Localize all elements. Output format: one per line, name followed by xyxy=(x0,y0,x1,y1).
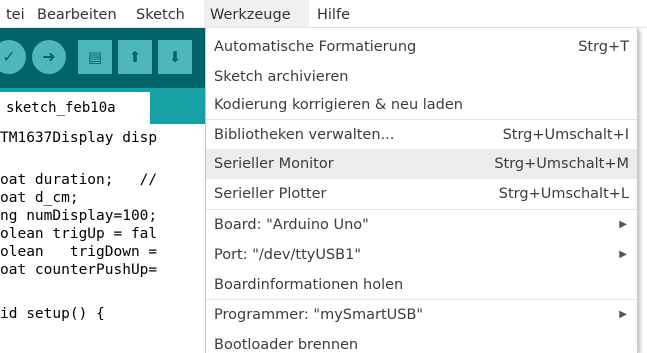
menu-item-serial-monitor[interactable]: Serieller Monitor Strg+Umschalt+M xyxy=(206,149,637,179)
tab-sketch[interactable]: sketch_feb10a xyxy=(0,92,150,124)
upload-button[interactable]: ➜ xyxy=(32,40,66,74)
menu-item-port[interactable]: Port: "/dev/ttyUSB1" ▶ xyxy=(206,240,637,270)
submenu-arrow-icon: ▶ xyxy=(619,249,627,260)
code-line: oat duration; // xyxy=(0,172,158,188)
menu-item-shortcut: Strg+Umschalt+M xyxy=(494,156,629,172)
menu-item-label: Bibliotheken verwalten... xyxy=(214,127,395,143)
menu-item-label: Automatische Formatierung xyxy=(214,39,417,55)
code-line: ng numDisplay=100; xyxy=(0,208,158,224)
code-line: id setup() { xyxy=(0,306,105,322)
submenu-arrow-icon: ▶ xyxy=(619,309,627,320)
menu-item-label: Serieller Plotter xyxy=(214,186,327,202)
new-icon: ▤ xyxy=(87,48,103,66)
menu-item-burn-bootloader[interactable]: Bootloader brennen xyxy=(206,330,637,353)
verify-icon: ✓ xyxy=(2,47,16,66)
menu-item-label: Bootloader brennen xyxy=(214,337,359,353)
submenu-arrow-icon: ▶ xyxy=(619,219,627,230)
menu-item-shortcut: Strg+Umschalt+I xyxy=(502,127,629,143)
menu-item-board-info[interactable]: Boardinformationen holen xyxy=(206,270,637,300)
upload-icon: ➜ xyxy=(42,47,56,66)
code-line: olean trigUp = fal xyxy=(0,226,158,242)
menu-item-archive-sketch[interactable]: Sketch archivieren xyxy=(206,62,637,92)
menu-bar: tei Bearbeiten Sketch Werkzeuge Hilfe xyxy=(0,0,647,28)
menu-item-auto-format[interactable]: Automatische Formatierung Strg+T xyxy=(206,32,637,62)
menu-hilfe[interactable]: Hilfe xyxy=(311,0,356,28)
menu-item-shortcut: Strg+T xyxy=(578,39,629,55)
menu-item-shortcut: Strg+Umschalt+L xyxy=(498,186,629,202)
code-editor[interactable]: TM1637Display disp oat duration; // oat … xyxy=(0,124,210,353)
menu-item-label: Programmer: "mySmartUSB" xyxy=(214,307,424,323)
code-line: TM1637Display disp xyxy=(0,130,158,146)
menu-item-serial-plotter[interactable]: Serieller Plotter Strg+Umschalt+L xyxy=(206,179,637,209)
editor-toolbar: ✓ ➜ ▤ ⬆ ⬇ xyxy=(0,28,210,88)
open-button[interactable]: ⬆ xyxy=(118,40,152,74)
menu-item-programmer[interactable]: Programmer: "mySmartUSB" ▶ xyxy=(206,300,637,330)
save-icon: ⬇ xyxy=(168,48,182,66)
code-line: olean trigDown = xyxy=(0,244,158,260)
menu-werkzeuge[interactable]: Werkzeuge xyxy=(204,0,309,28)
werkzeuge-dropdown: Automatische Formatierung Strg+T Sketch … xyxy=(205,28,638,353)
menu-item-label: Boardinformationen holen xyxy=(214,277,404,293)
menu-item-label: Serieller Monitor xyxy=(214,156,334,172)
new-button[interactable]: ▤ xyxy=(78,40,112,74)
save-button[interactable]: ⬇ xyxy=(158,40,192,74)
verify-button[interactable]: ✓ xyxy=(0,40,26,74)
open-icon: ⬆ xyxy=(128,48,142,66)
menu-item-label: Board: "Arduino Uno" xyxy=(214,217,369,233)
menu-item-manage-libraries[interactable]: Bibliotheken verwalten... Strg+Umschalt+… xyxy=(206,120,637,150)
menu-bearbeiten[interactable]: Bearbeiten xyxy=(31,0,123,28)
menu-sketch[interactable]: Sketch xyxy=(130,0,191,28)
menu-item-board[interactable]: Board: "Arduino Uno" ▶ xyxy=(206,210,637,240)
menu-item-fix-encoding[interactable]: Kodierung korrigieren & neu laden xyxy=(206,90,637,120)
menu-item-label: Port: "/dev/ttyUSB1" xyxy=(214,247,361,263)
tab-strip: sketch_feb10a xyxy=(0,88,210,124)
menu-item-label: Sketch archivieren xyxy=(214,69,349,85)
code-line: oat d_cm; xyxy=(0,190,79,206)
code-line: oat counterPushUp= xyxy=(0,262,158,278)
menu-item-label: Kodierung korrigieren & neu laden xyxy=(214,97,463,113)
menu-datei[interactable]: tei xyxy=(0,0,31,28)
